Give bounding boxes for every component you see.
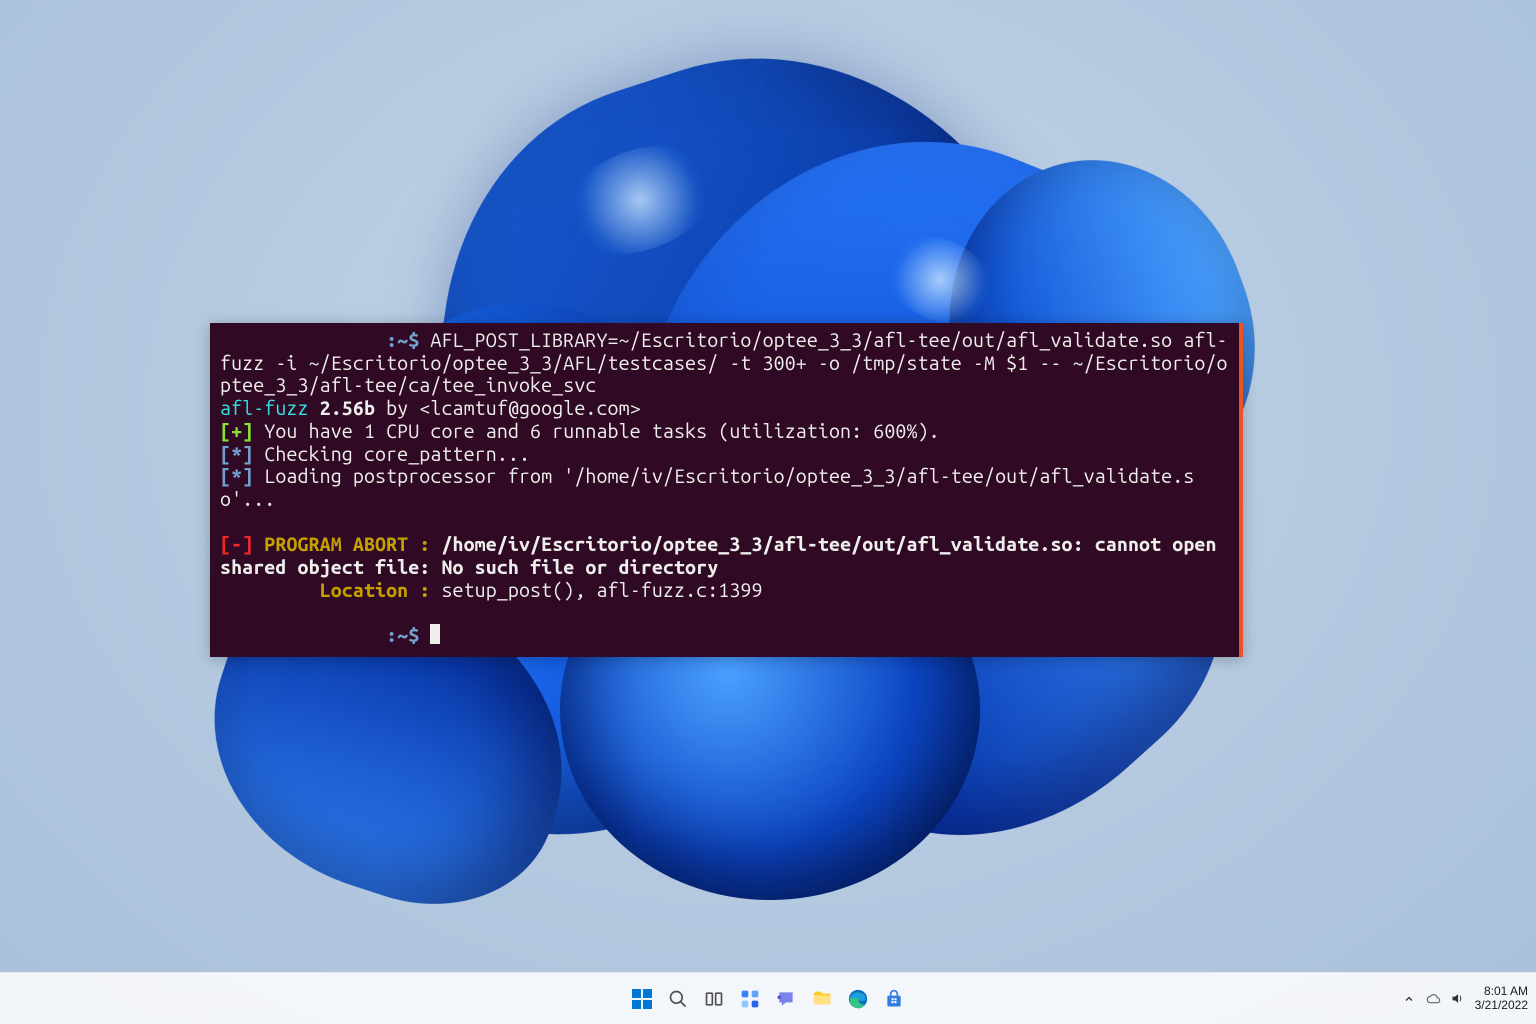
store-icon (884, 989, 904, 1009)
postprocessor-line: Loading postprocessor from '/home/iv/Esc… (220, 465, 1194, 510)
tray-date: 3/21/2022 (1475, 999, 1528, 1013)
location-label: Location : (220, 579, 441, 601)
folder-icon (811, 988, 833, 1010)
program-byline: by <lcamtuf@google.com> (375, 397, 641, 419)
prompt-host (220, 624, 386, 646)
location-value: setup_post(), afl-fuzz.c:1399 (441, 579, 762, 601)
terminal-window[interactable]: :~$ AFL_POST_LIBRARY=~/Escritorio/optee_… (210, 323, 1243, 657)
store-button[interactable] (879, 984, 909, 1014)
cpu-info-line: You have 1 CPU core and 6 runnable tasks… (253, 420, 940, 442)
search-icon (668, 989, 688, 1009)
widgets-button[interactable] (735, 984, 765, 1014)
program-name: afl-fuzz (220, 397, 309, 419)
abort-label: PROGRAM ABORT : (264, 533, 441, 555)
search-button[interactable] (663, 984, 693, 1014)
task-view-button[interactable] (699, 984, 729, 1014)
status-star-marker: [*] (220, 443, 253, 465)
file-explorer-button[interactable] (807, 984, 837, 1014)
clock-tray[interactable]: 8:01 AM 3/21/2022 (1475, 985, 1528, 1013)
edge-button[interactable] (843, 984, 873, 1014)
taskbar[interactable]: 8:01 AM 3/21/2022 (0, 972, 1536, 1024)
widgets-icon (740, 989, 760, 1009)
chat-button[interactable] (771, 984, 801, 1014)
prompt-host (220, 329, 386, 351)
cloud-icon (1426, 991, 1441, 1007)
terminal-cursor (430, 624, 440, 644)
tray-overflow-button[interactable] (1402, 991, 1417, 1006)
program-version: 2.56b (309, 397, 375, 419)
tray-time: 8:01 AM (1475, 985, 1528, 999)
start-button[interactable] (627, 984, 657, 1014)
edge-icon (847, 988, 869, 1010)
core-pattern-line: Checking core_pattern... (253, 443, 530, 465)
taskbar-center-group (627, 984, 909, 1014)
onedrive-tray[interactable] (1426, 991, 1441, 1006)
system-tray: 8:01 AM 3/21/2022 (1402, 985, 1528, 1013)
prompt-symbol: :~$ (386, 624, 430, 646)
status-star-marker: [*] (220, 465, 253, 487)
windows-logo-icon (631, 988, 653, 1010)
prompt-symbol: :~$ (386, 329, 430, 351)
status-plus-marker: [+] (220, 420, 253, 442)
speaker-icon (1450, 991, 1465, 1006)
chevron-up-icon (1403, 993, 1415, 1005)
status-dash-marker: [-] (220, 533, 264, 555)
volume-tray[interactable] (1450, 991, 1465, 1006)
task-view-icon (704, 989, 724, 1009)
chat-icon (776, 989, 796, 1009)
